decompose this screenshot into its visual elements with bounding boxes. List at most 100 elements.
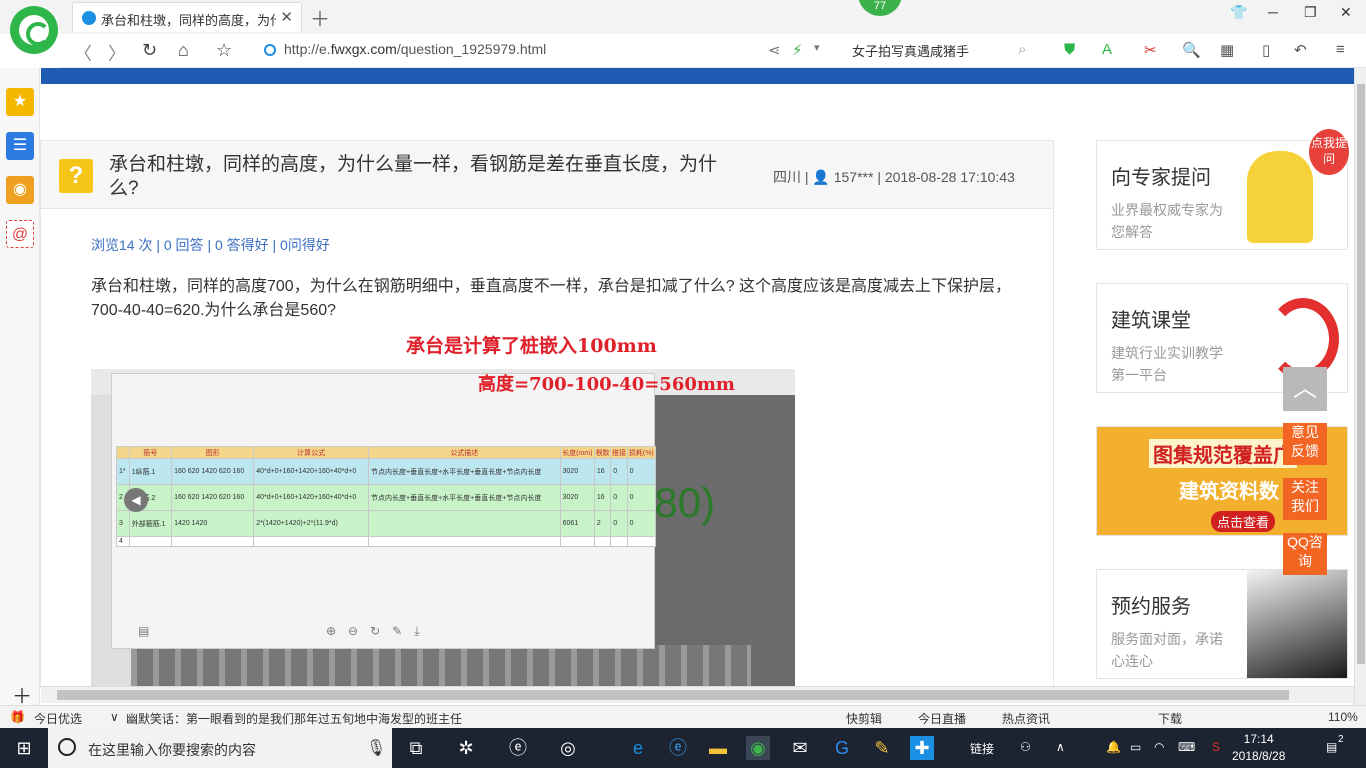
wifi-icon[interactable]: ◠ xyxy=(1154,740,1164,754)
question-stats[interactable]: 浏览14 次 | 0 回答 | 0 答得好 | 0问得好 xyxy=(91,235,330,255)
translate-icon[interactable]: A xyxy=(1102,41,1112,58)
download-link[interactable]: 下载 xyxy=(1158,710,1182,727)
new-tab-button[interactable]: ＋ xyxy=(310,3,330,32)
search-icon[interactable]: ⌕ xyxy=(1018,41,1026,58)
undo-icon[interactable]: ↶ xyxy=(1294,41,1307,59)
system-clock[interactable]: 17:14 2018/8/28 xyxy=(1232,731,1285,765)
table-cell: 16 xyxy=(593,458,612,485)
banner-cta[interactable]: 点击查看 xyxy=(1211,511,1276,532)
lightning-icon[interactable]: ⚡ xyxy=(792,41,803,59)
close-tab-icon[interactable]: ✕ xyxy=(280,8,293,26)
minimize-button[interactable]: ─ xyxy=(1268,4,1278,20)
edge-icon[interactable]: e xyxy=(626,736,650,760)
news-ticker[interactable]: 幽默笑话：第一眼看到的是我们那年过五旬地中海发型的班主任 xyxy=(126,710,462,727)
email-icon[interactable]: @ xyxy=(6,220,34,248)
question-image[interactable]: 180) 筋号 图形 计算公式 公式描述 长度(mm) 根数 搭接 损耗(%) 1* 1纵筋.1… xyxy=(91,369,795,689)
banner-subtitle: 建筑资料数 xyxy=(1179,481,1279,503)
microphone-icon[interactable]: 🎙 xyxy=(366,738,386,758)
plus-app-icon[interactable]: ✚ xyxy=(910,736,934,760)
search-input[interactable]: 女子拍写真遇咸猪手 xyxy=(852,41,969,60)
swirl-icon[interactable]: ◎ xyxy=(556,736,580,760)
ie-icon[interactable]: ⓔ xyxy=(666,736,690,760)
close-window-button[interactable]: ✕ xyxy=(1340,4,1352,21)
ad-title: 建筑课堂 xyxy=(1111,310,1191,332)
skin-icon[interactable]: 👕 xyxy=(1230,4,1247,21)
today-picks[interactable]: 今日优选 xyxy=(34,710,82,727)
table-row[interactable]: 21纵筋.2160 620 1420 620 16040*d+0+160+142… xyxy=(116,484,657,511)
links-toolbar[interactable]: 链接 xyxy=(970,740,994,757)
notification-bell-icon[interactable]: 🔔 xyxy=(1106,740,1121,754)
ad-subtitle: 建筑行业实训教学第一平台 xyxy=(1111,345,1223,383)
table-row[interactable]: 1* 1纵筋.1 160 620 1420 620 160 40*d+0+160+14… xyxy=(116,458,657,485)
home-icon[interactable]: ⌂ xyxy=(178,40,189,61)
url-field[interactable]: http://e.fwxgx.com/question_1925979.html xyxy=(284,41,546,57)
table-header-cell: 根数 xyxy=(593,446,612,459)
browser-tab[interactable]: 承台和柱墩，同样的高度，为什么量... ✕ xyxy=(72,2,302,32)
scissors-icon[interactable]: ✂ xyxy=(1144,41,1157,59)
live-link[interactable]: 今日直播 xyxy=(918,710,966,727)
tab-bar: 承台和柱墩，同样的高度，为什么量... ✕ ＋ 77 👕 ─ ❐ ✕ xyxy=(0,0,1366,34)
battery-icon[interactable]: ▭ xyxy=(1130,740,1141,754)
question-header: ? 承台和柱墩，同样的高度，为什么量一样，看钢筋是差在垂直长度，为什么? 四川 … xyxy=(41,141,1053,209)
follow-button[interactable]: 关注我们 xyxy=(1283,478,1327,520)
refresh-icon[interactable]: ↻ xyxy=(142,40,157,61)
ad-ask-expert[interactable]: 向专家提问 业界最权威专家为您解答 点我提问 xyxy=(1096,129,1349,250)
taskbar-search[interactable]: 在这里输入你要搜索的内容 🎙 xyxy=(48,728,392,768)
table-cell xyxy=(626,536,657,547)
sogou-icon[interactable]: S xyxy=(1212,740,1220,754)
question-meta: 四川 | 👤 157*** | 2018-08-28 17:10:43 xyxy=(773,169,1015,185)
mail-icon[interactable]: ✉ xyxy=(788,736,812,760)
prev-image-icon[interactable]: ◀ xyxy=(124,488,148,512)
maximize-button[interactable]: ❐ xyxy=(1304,4,1317,21)
chevron-down-icon[interactable]: ▾ xyxy=(814,41,820,54)
pinwheel-icon[interactable]: ✲ xyxy=(454,736,478,760)
zoom-level[interactable]: 110% xyxy=(1328,710,1358,724)
action-center-icon[interactable]: ▤ xyxy=(1326,740,1337,754)
tablet-icon[interactable]: ▯ xyxy=(1262,41,1270,59)
star-icon[interactable]: ☆ xyxy=(216,40,232,61)
share-icon[interactable]: ⋖ xyxy=(768,41,781,59)
folder-icon[interactable]: ▬ xyxy=(706,736,730,760)
people-icon[interactable]: ⚇ xyxy=(1020,740,1031,754)
save-icon[interactable]: ▤ xyxy=(138,624,149,638)
windows-start-icon[interactable]: ⊞ xyxy=(12,736,36,760)
feedback-button[interactable]: 意见反馈 xyxy=(1283,423,1327,465)
table-header-cell: 长度(mm) xyxy=(559,446,595,459)
hot-news-link[interactable]: 热点资讯 xyxy=(1002,710,1050,727)
table-header-cell: 公式描述 xyxy=(368,446,561,459)
forward-icon[interactable]: 〉 xyxy=(108,40,126,66)
vertical-scrollbar[interactable] xyxy=(1354,68,1366,705)
shield-icon[interactable]: ⛊ xyxy=(1064,41,1075,58)
apps-icon[interactable]: ▦ xyxy=(1220,41,1234,59)
ad-appointment[interactable]: 预约服务 服务面对面，承诺心连心 xyxy=(1096,569,1348,679)
favorites-icon[interactable]: ★ xyxy=(6,88,34,116)
annotation-formula: 高度=700-100-40=560mm xyxy=(478,374,735,395)
table-row[interactable]: 4 xyxy=(116,536,657,547)
ask-bubble[interactable]: 点我提问 xyxy=(1309,129,1349,175)
ad-subtitle: 服务面对面，承诺心连心 xyxy=(1111,631,1223,669)
table-cell: 0 xyxy=(610,484,628,511)
horizontal-scrollbar[interactable] xyxy=(41,686,1354,703)
notification-badge[interactable]: 77 xyxy=(858,0,902,16)
g-app-icon[interactable]: G xyxy=(830,736,854,760)
tray-chevron-icon[interactable]: ∧ xyxy=(1056,740,1065,754)
browser-logo[interactable] xyxy=(10,6,58,54)
keyboard-icon[interactable]: ⌨ xyxy=(1178,740,1195,754)
qq-consult-button[interactable]: QQ咨询 xyxy=(1283,533,1327,575)
table-row[interactable]: 3 外部箍筋.1 1420 1420 2*(1420+1420)+2*(11.9*d)… xyxy=(116,510,657,537)
table-cell: 40*d+0+160+1420+160+40*d+0 xyxy=(253,458,369,485)
viewer-toolbar[interactable]: ⊕⊖↻✎⤓ xyxy=(326,624,432,639)
notes-icon[interactable]: ✎ xyxy=(870,736,894,760)
back-icon[interactable]: 〈 xyxy=(74,40,92,66)
back-to-top-button[interactable]: ︿ xyxy=(1283,367,1327,411)
task-view-icon[interactable]: ⧉ xyxy=(404,736,428,760)
address-bar: 〈 〉 ↻ ⌂ ☆ http://e.fwxgx.com/question_19… xyxy=(60,34,1366,68)
active-browser-icon[interactable]: ◉ xyxy=(746,736,770,760)
reading-list-icon[interactable]: ☰ xyxy=(6,132,34,160)
menu-icon[interactable]: ≡ xyxy=(1336,41,1345,58)
weibo-icon[interactable]: ◉ xyxy=(6,176,34,204)
browser-e-icon[interactable]: ⓔ xyxy=(506,736,530,760)
magnifier-icon[interactable]: 🔍 xyxy=(1182,41,1201,59)
kuaijianji-link[interactable]: 快剪辑 xyxy=(846,710,882,727)
table-cell: 40*d+0+160+1420+160+40*d+0 xyxy=(253,484,369,511)
